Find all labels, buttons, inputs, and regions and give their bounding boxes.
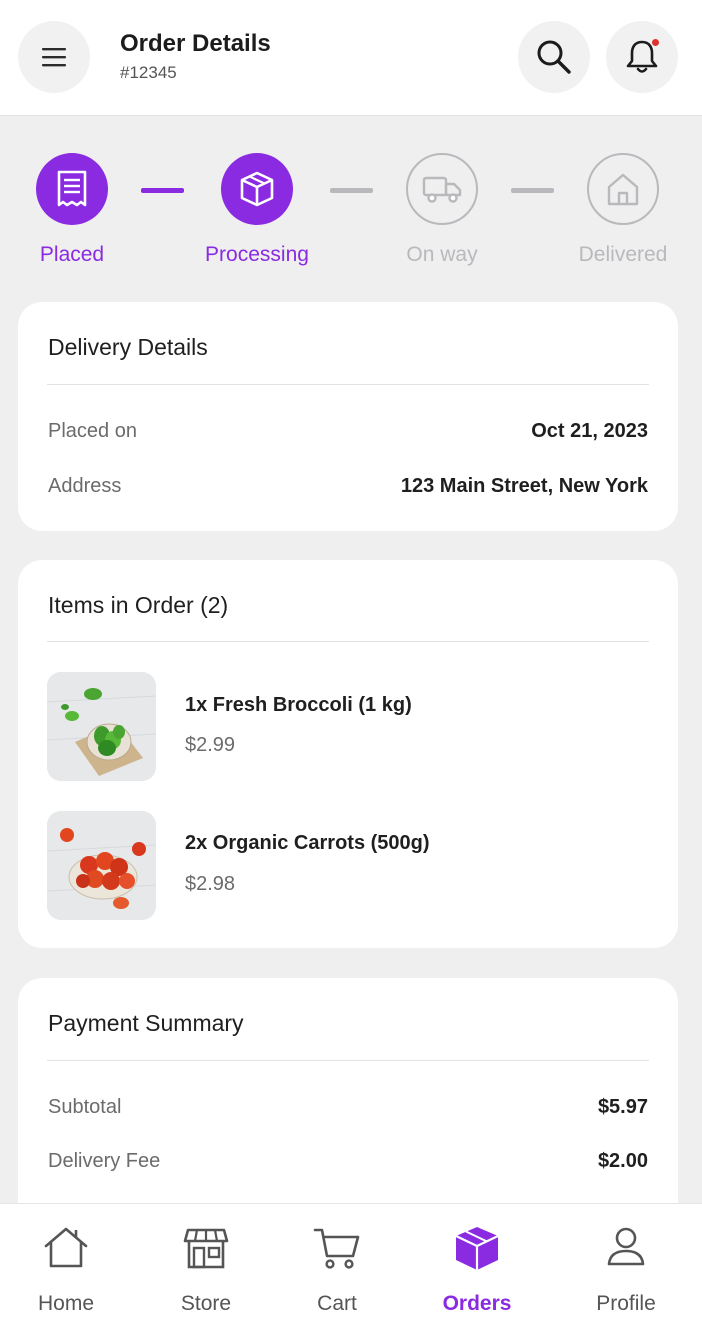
items-card: Items in Order (2) 1x Fresh Broccoli (1 … [18, 560, 678, 948]
home-icon [607, 173, 639, 206]
nav-label: Store [180, 1292, 232, 1315]
step-connector [141, 188, 184, 193]
nav-label: Cart [317, 1292, 357, 1315]
notification-dot [652, 39, 659, 46]
menu-button[interactable] [18, 21, 90, 93]
delivery-fee-value: $2.00 [597, 1150, 648, 1172]
menu-icon [42, 48, 66, 67]
nav-profile[interactable]: Profile [556, 1204, 696, 1328]
step-on-way [406, 153, 478, 225]
divider [47, 384, 649, 385]
delivery-fee-label: Delivery Fee [48, 1150, 161, 1172]
user-icon [607, 1227, 645, 1266]
delivery-details-card: Delivery Details Placed on Oct 21, 2023 … [18, 302, 678, 531]
nav-label: Orders [442, 1292, 512, 1315]
nav-orders[interactable]: Orders [407, 1204, 547, 1328]
nav-home[interactable]: Home [0, 1204, 136, 1328]
green-peppers-image [47, 672, 156, 781]
divider [47, 641, 649, 642]
order-number: #12345 [120, 63, 177, 82]
cart-icon [313, 1228, 360, 1269]
address-value: 123 Main Street, New York [400, 475, 648, 497]
step-label-on-way: On way [406, 243, 478, 266]
divider [47, 1060, 649, 1061]
step-label-placed: Placed [39, 243, 105, 266]
nav-cart[interactable]: Cart [267, 1204, 407, 1328]
step-placed [36, 153, 108, 225]
box-icon [455, 1227, 499, 1270]
placed-on-label: Placed on [48, 420, 137, 442]
step-connector [330, 188, 373, 193]
subtotal-value: $5.97 [597, 1096, 648, 1118]
nav-label: Home [37, 1292, 95, 1315]
app-header: Order Details #12345 [0, 0, 702, 116]
tomatoes-image [47, 811, 156, 920]
step-label-processing: Processing [205, 243, 309, 266]
nav-label: Profile [596, 1292, 656, 1315]
search-icon [537, 40, 571, 74]
card-title: Payment Summary [48, 1010, 244, 1036]
item-name: 2x Organic Carrots (500g) [185, 832, 430, 854]
address-label: Address [48, 475, 122, 497]
card-title: Delivery Details [48, 334, 208, 360]
placed-on-value: Oct 21, 2023 [531, 420, 648, 442]
payment-summary-card: Payment Summary Subtotal $5.97 Delivery … [18, 978, 678, 1238]
search-button[interactable] [518, 21, 590, 93]
notifications-button[interactable] [606, 21, 678, 93]
step-processing [221, 153, 293, 225]
item-price: $2.99 [185, 734, 236, 756]
subtotal-label: Subtotal [48, 1096, 122, 1118]
item-name: 1x Fresh Broccoli (1 kg) [185, 694, 412, 716]
nav-store[interactable]: Store [136, 1204, 276, 1328]
box-icon [240, 171, 274, 207]
step-label-delivered: Delivered [578, 243, 668, 266]
step-connector [511, 188, 554, 193]
step-delivered [587, 153, 659, 225]
store-icon [183, 1228, 229, 1269]
bottom-navigation: Home Store Cart Orders Profile [0, 1203, 702, 1328]
receipt-icon [57, 170, 87, 207]
truck-icon [422, 176, 462, 203]
page-title: Order Details [120, 30, 271, 57]
home-icon [44, 1227, 88, 1268]
card-title: Items in Order (2) [48, 592, 229, 618]
item-price: $2.98 [185, 873, 236, 895]
